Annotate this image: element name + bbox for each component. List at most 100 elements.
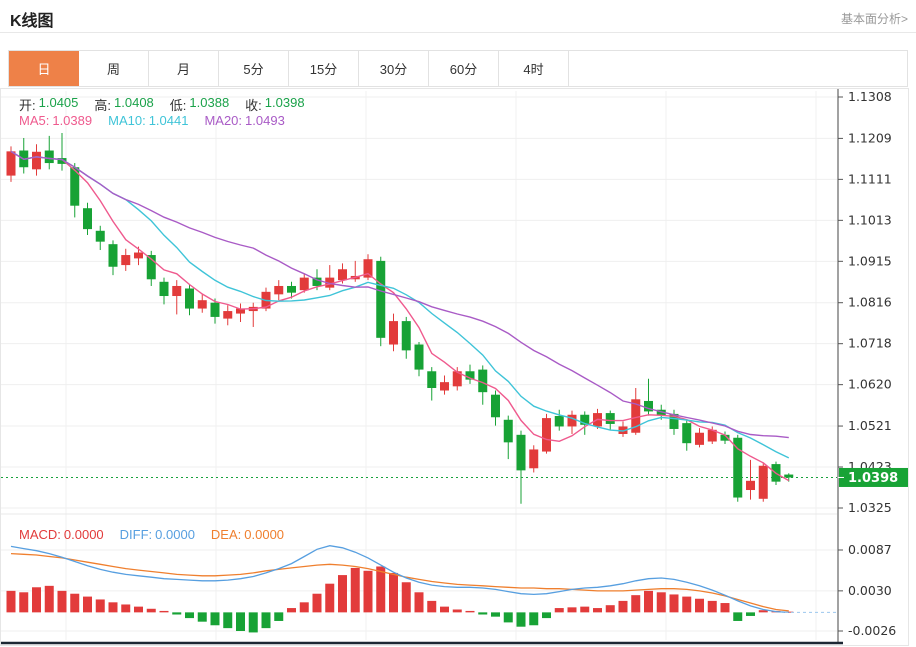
candle-body (402, 321, 411, 350)
ma10-line (11, 151, 789, 458)
price-tick-label: 1.0325 (848, 500, 892, 515)
candle-body (529, 449, 538, 468)
candle-body (198, 300, 207, 308)
macd-tick-label: -0.0026 (848, 623, 896, 638)
price-tick-label: 1.0816 (848, 295, 892, 310)
macd-bar (427, 601, 436, 612)
macd-tick-label: 0.0087 (848, 542, 892, 557)
tab-5分[interactable]: 5分 (219, 51, 289, 86)
macd-bar (109, 602, 118, 612)
macd-bar (313, 594, 322, 613)
tab-15分[interactable]: 15分 (289, 51, 359, 86)
macd-bar (619, 601, 628, 612)
macd-bar (45, 586, 54, 613)
macd-bar (185, 612, 194, 618)
macd-bar (121, 604, 130, 612)
tab-4时[interactable]: 4时 (499, 51, 569, 86)
candle-body (211, 303, 220, 317)
macd-bar (287, 608, 296, 612)
tab-月[interactable]: 月 (149, 51, 219, 86)
macd-bar (695, 599, 704, 613)
candle-body (568, 415, 577, 427)
candle-body (555, 416, 564, 426)
tab-60分[interactable]: 60分 (429, 51, 499, 86)
macd-bar (274, 612, 283, 621)
fundamental-analysis-link[interactable]: 基本面分析> (841, 10, 908, 27)
macd-bar (555, 608, 564, 612)
macd-bar (491, 612, 500, 616)
macd-bar (568, 607, 577, 612)
candle-body (134, 253, 143, 259)
price-tick-label: 1.1308 (848, 89, 892, 104)
macd-bar (300, 602, 309, 612)
macd-bar (160, 611, 169, 612)
candle-body (606, 413, 615, 424)
tab-周[interactable]: 周 (79, 51, 149, 86)
price-tick-label: 1.1209 (848, 130, 892, 145)
page-title: K线图 (10, 7, 54, 31)
price-tick-label: 1.0718 (848, 336, 892, 351)
candle-body (517, 435, 526, 471)
candle-body (96, 231, 105, 242)
candle-body (440, 382, 449, 390)
macd-bar (682, 597, 691, 613)
macd-bar (70, 594, 79, 613)
candle-body (45, 151, 54, 164)
macd-bar (733, 612, 742, 621)
macd-bar (631, 595, 640, 612)
macd-bar (542, 612, 551, 618)
candle-body (300, 278, 309, 291)
candle-body (172, 286, 181, 296)
candle-body (121, 255, 130, 265)
macd-bar (376, 566, 385, 612)
macd-bar (7, 591, 16, 613)
macd-bar (32, 587, 41, 612)
candle-body (415, 345, 424, 370)
candle-body (491, 395, 500, 418)
macd-bar (402, 582, 411, 612)
macd-bar (466, 611, 475, 612)
macd-tick-label: 0.0030 (848, 583, 892, 598)
candle-body (427, 371, 436, 388)
macd-bar (58, 591, 67, 613)
macd-bar (19, 592, 28, 612)
tab-日[interactable]: 日 (9, 51, 79, 86)
chart-box: 1.13081.12091.11111.10131.09151.08161.07… (0, 88, 909, 646)
macd-bar (415, 592, 424, 612)
macd-bar (529, 612, 538, 625)
price-tick-label: 1.1111 (848, 171, 892, 186)
candle-body (32, 152, 41, 170)
tab-30分[interactable]: 30分 (359, 51, 429, 86)
macd-bar (746, 612, 755, 616)
macd-bar (580, 607, 589, 613)
macd-bar (172, 612, 181, 614)
macd-bar (440, 607, 449, 613)
kline-chart-canvas[interactable]: 1.13081.12091.11111.10131.09151.08161.07… (1, 89, 908, 645)
price-tick-label: 1.0915 (848, 253, 892, 268)
macd-bar (249, 612, 258, 632)
macd-bar (351, 568, 360, 612)
macd-bar (644, 591, 653, 613)
candle-body (389, 321, 398, 344)
macd-bar (223, 612, 232, 628)
candle-body (83, 208, 92, 229)
macd-bar (517, 612, 526, 626)
candle-body (287, 286, 296, 293)
candle-body (338, 269, 347, 280)
candle-body (504, 420, 513, 443)
kline-widget: K线图 基本面分析> 日周月5分15分30分60分4时 1.1308 1.1209… (0, 0, 916, 647)
macd-bar (670, 594, 679, 612)
macd-bar (708, 601, 717, 612)
macd-bar (593, 608, 602, 612)
header-divider (0, 32, 916, 33)
macd-bar (453, 609, 462, 612)
candle-body (542, 418, 551, 451)
candle-body (733, 438, 742, 498)
candle-body (695, 433, 704, 445)
macd-bar (83, 597, 92, 613)
candle-body (682, 423, 691, 443)
macd-bar (134, 607, 143, 613)
candle-body (759, 466, 768, 499)
macd-bar (338, 575, 347, 612)
macd-bar (147, 609, 156, 613)
